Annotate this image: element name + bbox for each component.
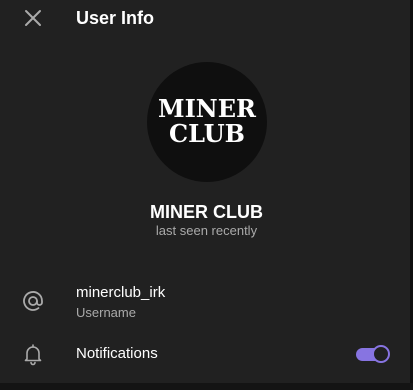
notifications-row[interactable] bbox=[0, 336, 410, 374]
notifications-toggle[interactable] bbox=[356, 345, 390, 363]
toggle-knob bbox=[372, 345, 390, 363]
username-caption: Username bbox=[76, 305, 136, 320]
panel-header: User Info bbox=[0, 0, 410, 36]
page-title: User Info bbox=[76, 8, 155, 28]
close-button[interactable] bbox=[19, 4, 47, 32]
username-value: minerclub_irk bbox=[76, 284, 166, 301]
username-row[interactable] bbox=[0, 278, 410, 328]
avatar[interactable]: MINER CLUB bbox=[147, 62, 267, 182]
bottom-edge bbox=[0, 383, 413, 390]
at-icon bbox=[20, 288, 46, 314]
close-icon bbox=[25, 10, 41, 26]
profile-status: last seen recently bbox=[155, 223, 258, 238]
miner-club-logo: MINER CLUB bbox=[158, 94, 257, 148]
profile-name: MINER CLUB bbox=[150, 202, 263, 222]
bell-icon bbox=[20, 341, 46, 367]
logo-line2: CLUB bbox=[169, 119, 245, 148]
notifications-label: Notifications bbox=[76, 345, 158, 362]
